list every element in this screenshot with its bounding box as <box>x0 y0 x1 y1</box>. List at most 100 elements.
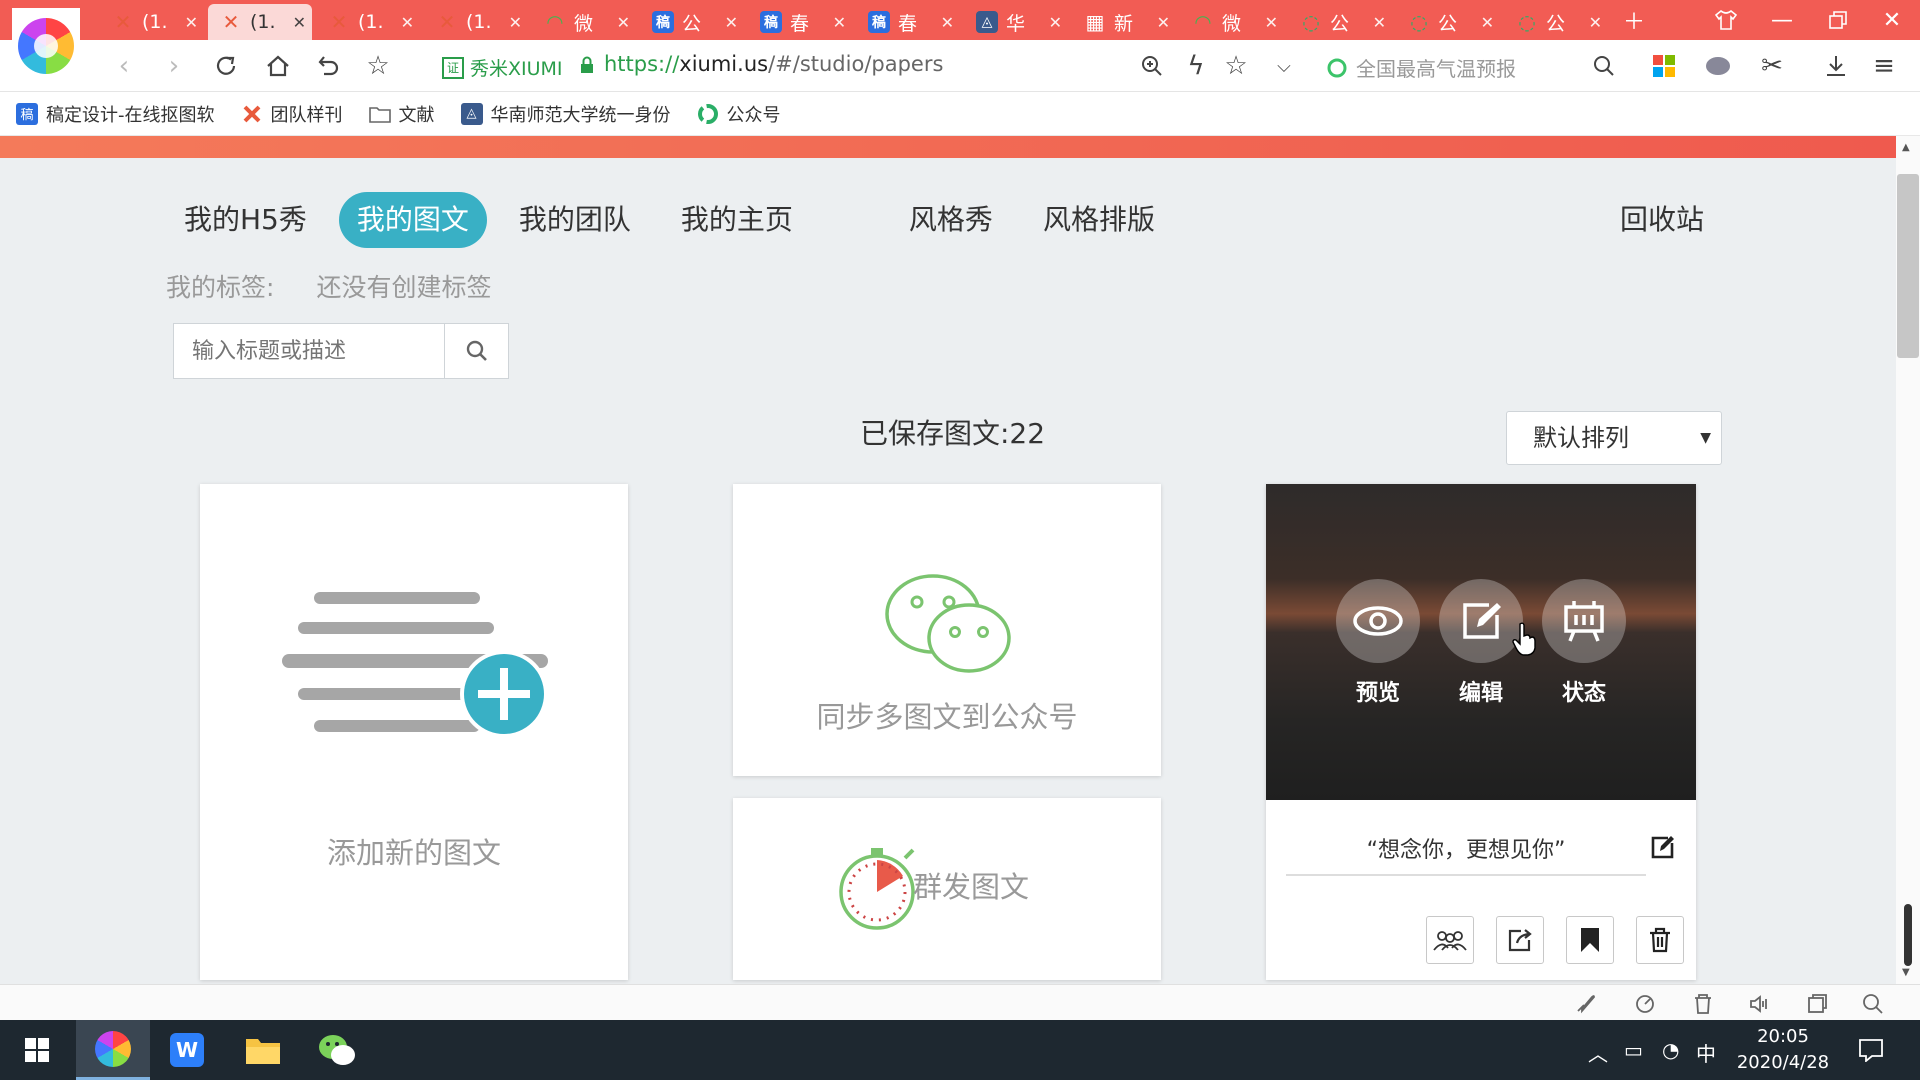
window-icon[interactable] <box>1806 993 1828 1015</box>
trash-icon[interactable] <box>1692 993 1714 1015</box>
article-card[interactable]: 预览 编辑 状态 “想念你，更想见你” <box>1266 484 1696 980</box>
tab-my-h5[interactable]: 我的H5秀 <box>166 192 325 248</box>
web-search-box[interactable]: 全国最高气温预报 <box>1326 53 1516 82</box>
minimize-button[interactable]: — <box>1762 4 1802 36</box>
home-button[interactable] <box>262 50 294 82</box>
browser-tab[interactable]: 稿春 ✕ <box>748 4 852 40</box>
address-field[interactable]: https://xiumi.us/#/studio/papers <box>576 48 1136 84</box>
browser-tab[interactable]: ▦ 新 ✕ <box>1072 4 1176 40</box>
tab-close-icon[interactable]: ✕ <box>941 13 954 32</box>
tab-recycle-bin[interactable]: 回收站 <box>1620 192 1704 248</box>
start-button[interactable] <box>0 1020 74 1080</box>
new-tab-button[interactable]: ＋ <box>1614 4 1654 36</box>
browser-logo-icon[interactable] <box>12 8 80 84</box>
system-clock[interactable]: 20:05 2020/4/28 <box>1728 1024 1838 1076</box>
tab-close-icon[interactable]: ✕ <box>617 13 630 32</box>
tab-close-icon[interactable]: ✕ <box>833 13 846 32</box>
tab-close-icon[interactable]: ✕ <box>1049 13 1062 32</box>
menu-icon[interactable]: ≡ <box>1868 50 1900 82</box>
tab-close-icon[interactable]: ✕ <box>1589 13 1602 32</box>
edit-button[interactable]: 编辑 <box>1439 579 1523 707</box>
leaf-icon[interactable] <box>1702 50 1734 82</box>
reload-button[interactable] <box>210 50 242 82</box>
undo-close-button[interactable] <box>312 50 344 82</box>
scissors-icon[interactable]: ✂ <box>1756 50 1788 82</box>
search-button[interactable] <box>444 324 508 378</box>
preview-button[interactable]: 预览 <box>1336 579 1420 707</box>
taskbar-wps[interactable]: W <box>150 1020 224 1080</box>
add-article-card[interactable]: 添加新的图文 <box>200 484 628 980</box>
bookmark-literature-folder[interactable]: 文献 <box>368 101 435 127</box>
browser-tab[interactable]: ✕ (1. ✕ <box>208 4 312 40</box>
notification-icon[interactable] <box>1858 1038 1884 1067</box>
forward-button[interactable]: › <box>158 50 190 82</box>
browser-tab[interactable]: ✕ (1. ✕ <box>424 4 528 40</box>
bookmark-button[interactable] <box>1566 916 1614 964</box>
mass-send-card[interactable]: 群发图文 <box>733 798 1161 980</box>
browser-tab[interactable]: ◠ 微 ✕ <box>1180 4 1284 40</box>
zoom-search-icon[interactable] <box>1862 993 1884 1015</box>
lightning-icon[interactable]: ϟ <box>1180 50 1212 82</box>
browser-tab[interactable]: 稿公 ✕ <box>640 4 744 40</box>
tab-close-icon[interactable]: ✕ <box>725 13 738 32</box>
tab-close-icon[interactable]: ✕ <box>1373 13 1386 32</box>
skin-icon[interactable] <box>1706 4 1746 36</box>
search-input[interactable] <box>174 324 444 378</box>
tab-style-layout[interactable]: 风格排版 <box>1025 192 1173 248</box>
article-title[interactable]: “想念你，更想见你” <box>1286 832 1646 876</box>
back-button[interactable]: ‹ <box>108 50 140 82</box>
download-icon[interactable] <box>1820 50 1852 82</box>
wifi-icon[interactable]: ◔ <box>1662 1038 1679 1062</box>
share-button[interactable] <box>1496 916 1544 964</box>
tab-style-show[interactable]: 风格秀 <box>891 192 1011 248</box>
tab-close-icon[interactable]: ✕ <box>401 13 414 32</box>
sync-to-mp-card[interactable]: 同步多图文到公众号 <box>733 484 1161 776</box>
battery-icon[interactable]: ▭ <box>1624 1038 1643 1062</box>
bookmark-star-icon[interactable]: ☆ <box>1220 50 1252 82</box>
browser-tab[interactable]: ✕ (1. ✕ <box>100 4 204 40</box>
tab-close-icon[interactable]: ✕ <box>293 13 306 32</box>
site-identity-badge[interactable]: 证 秀米XIUMI <box>442 54 563 81</box>
tab-close-icon[interactable]: ✕ <box>185 13 198 32</box>
edit-title-icon[interactable] <box>1650 834 1676 864</box>
bookmark-wechat-mp[interactable]: 公众号 <box>697 101 781 127</box>
browser-tab[interactable]: ◬ 华 ✕ <box>964 4 1068 40</box>
rocket-icon[interactable] <box>1574 993 1596 1015</box>
sort-select[interactable]: 默认排列 ▼ <box>1506 411 1722 465</box>
tray-chevron-icon[interactable]: ︿ <box>1588 1038 1608 1067</box>
favorite-star-icon[interactable]: ☆ <box>362 50 394 82</box>
accelerator-icon[interactable] <box>1634 993 1656 1015</box>
tab-close-icon[interactable]: ✕ <box>1265 13 1278 32</box>
tab-my-articles[interactable]: 我的图文 <box>338 192 487 248</box>
tab-close-icon[interactable]: ✕ <box>1481 13 1494 32</box>
tab-my-homepage[interactable]: 我的主页 <box>663 192 811 248</box>
apps-grid-icon[interactable] <box>1648 50 1680 82</box>
taskbar-browser[interactable] <box>76 1020 150 1080</box>
volume-icon[interactable] <box>1748 993 1770 1015</box>
ime-indicator[interactable]: 中 <box>1696 1038 1716 1067</box>
browser-tab[interactable]: 稿春 ✕ <box>856 4 960 40</box>
delete-button[interactable] <box>1636 916 1684 964</box>
taskbar-wechat[interactable] <box>300 1020 374 1080</box>
bookmark-scnu[interactable]: ◬ 华南师范大学统一身份 <box>460 101 671 127</box>
scroll-up-icon[interactable]: ▲ <box>1902 142 1910 153</box>
browser-tab[interactable]: ◌ 公 ✕ <box>1396 4 1500 40</box>
browser-tab[interactable]: ◌ 公 ✕ <box>1504 4 1608 40</box>
browser-tab[interactable]: ✕ (1. ✕ <box>316 4 420 40</box>
zoom-icon[interactable] <box>1136 50 1168 82</box>
scroll-down-icon[interactable]: ▼ <box>1902 967 1910 978</box>
browser-tab[interactable]: ◠ 微 ✕ <box>532 4 636 40</box>
tab-close-icon[interactable]: ✕ <box>1157 13 1170 32</box>
close-window-button[interactable]: ✕ <box>1872 4 1912 36</box>
scroll-thumb[interactable] <box>1897 174 1919 358</box>
search-icon[interactable] <box>1588 50 1620 82</box>
restore-button[interactable] <box>1818 4 1858 36</box>
team-share-button[interactable] <box>1426 916 1474 964</box>
dropdown-chevron-icon[interactable]: ⌵ <box>1268 50 1300 82</box>
status-button[interactable]: 状态 <box>1542 579 1626 707</box>
bookmark-team-journal[interactable]: 团队样刊 <box>241 101 343 127</box>
tab-close-icon[interactable]: ✕ <box>509 13 522 32</box>
article-cover-image[interactable]: 预览 编辑 状态 <box>1266 484 1696 800</box>
tab-my-team[interactable]: 我的团队 <box>501 192 649 248</box>
taskbar-file-explorer[interactable] <box>226 1020 300 1080</box>
